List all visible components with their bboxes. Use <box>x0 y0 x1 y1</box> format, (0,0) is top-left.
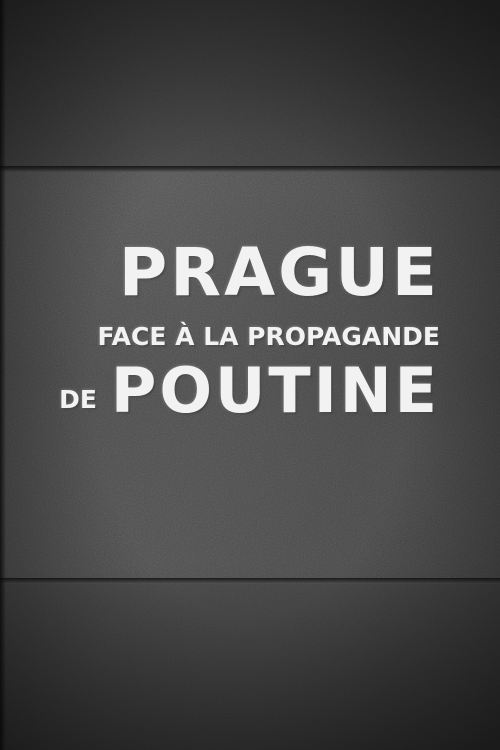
title-line-prague: PRAGUE <box>118 234 440 311</box>
poster-title: PRAGUE FACE À LA PROPAGANDE DE POUTINE <box>0 0 500 750</box>
title-prefix-de: DE <box>59 385 97 414</box>
title-line-poutine: DE POUTINE <box>30 360 440 422</box>
poster: PRAGUE FACE À LA PROPAGANDE DE POUTINE <box>0 0 500 750</box>
title-word-poutine: POUTINE <box>110 354 440 427</box>
title-line-subtitle: FACE À LA PROPAGANDE <box>97 322 440 351</box>
